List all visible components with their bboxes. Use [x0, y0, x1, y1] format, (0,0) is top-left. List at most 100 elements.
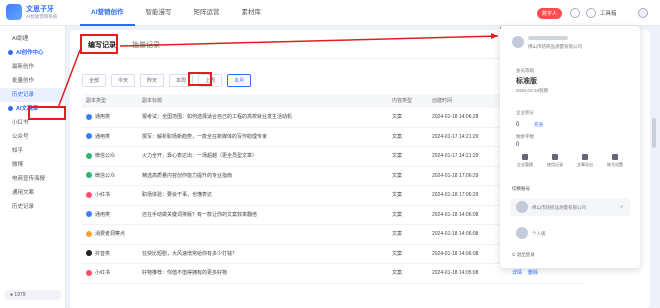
nav-matrix[interactable]: 矩阵运营 — [183, 0, 231, 26]
shortcut-settings-label: 账号设置 — [607, 162, 623, 167]
shortcut-enterprise[interactable]: 企业管理 — [510, 154, 540, 168]
points-value: 0 — [516, 122, 520, 128]
row-type-label: 小红书 — [95, 270, 111, 276]
row-type: 消费者洞察点 — [82, 225, 142, 244]
nav-ai-writing[interactable]: AI营销创作 — [80, 0, 135, 26]
sidebar-item-zhihu[interactable]: 知乎 — [0, 144, 65, 158]
notification-icon[interactable] — [570, 8, 580, 18]
top-bar: 文思子牙 AI智能营销系统 AI营销创作 智能漫写 矩阵运营 素材库 数字人 工… — [0, 0, 660, 26]
words-value: 0 — [516, 142, 520, 148]
row-title: 好物推荐：你值不值得拥有的更多好物 — [142, 270, 228, 276]
row-content-type: 文案 — [392, 153, 403, 159]
shortcut-export[interactable]: 文章导出 — [570, 154, 600, 168]
row-type: 小红书 — [82, 264, 142, 283]
row-type-label: 通用类 — [95, 211, 111, 218]
gear-icon — [612, 154, 618, 160]
row-delete-link[interactable]: 删除 — [528, 270, 538, 276]
enterprise-icon — [522, 154, 528, 160]
account-option-name-2: 个人版 — [532, 231, 546, 236]
sidebar-item-history-2[interactable]: 历史记录 — [0, 200, 65, 214]
help-icon[interactable] — [586, 8, 596, 18]
row-content-type: 文案 — [392, 250, 403, 257]
col-title: 副本标题 — [142, 98, 163, 104]
filter-yesterday[interactable]: 昨天 — [140, 74, 165, 87]
recharge-link[interactable]: 充值 — [534, 122, 543, 128]
credit-value: 1979 — [14, 292, 26, 298]
digital-human-badge[interactable]: 数字人 — [537, 8, 563, 19]
account-option-company[interactable]: 佛山市纺织品测量有限公司 ✓ — [510, 198, 630, 216]
sidebar-item-batch[interactable]: 批量创作 — [0, 74, 65, 88]
sidebar-item-latest[interactable]: 最新创作 — [0, 60, 65, 74]
filter-today[interactable]: 今天 — [111, 74, 136, 87]
account-name-blur — [528, 36, 568, 40]
sidebar-item-ai-assistant[interactable]: AI助理 — [0, 32, 65, 46]
account-company: 佛山市纺织品测量有限公司 — [528, 44, 582, 49]
toolbox-button[interactable]: 工具箱 — [600, 9, 617, 17]
row-type-label: 通用类 — [95, 114, 111, 120]
type-icon — [86, 250, 92, 257]
row-type: 微信公众 — [82, 167, 142, 186]
row-type-label: 微信公众 — [95, 153, 116, 159]
row-type-label: 通用类 — [95, 133, 111, 140]
row-detail-link[interactable]: 详情 — [512, 270, 522, 276]
row-type-label: 抖音类 — [95, 250, 111, 257]
sidebar-item-official[interactable]: 公众号 — [0, 130, 65, 144]
highlight-tab — [80, 34, 118, 54]
logout-button[interactable]: ⏻ 退出登录 — [512, 252, 535, 258]
words-label: 剩余字数 — [516, 134, 534, 139]
type-icon — [86, 152, 92, 159]
type-icon — [86, 211, 92, 218]
scrollbar[interactable] — [652, 118, 656, 148]
member-label: 会员等级 — [516, 68, 534, 73]
row-created: 2024-01-18 14:05:08 — [432, 270, 479, 276]
panel-shortcuts: 企业管理 使用记录 文章导出 账号设置 — [510, 154, 630, 168]
row-title: 撰写：解析职场新趋势，一款全在新媒体的写作助理专家 — [142, 133, 268, 140]
type-icon — [86, 133, 92, 140]
filter-this-month[interactable]: 本月 — [227, 74, 252, 87]
col-type: 副本类型 — [86, 98, 107, 104]
check-icon: ✓ — [620, 204, 624, 209]
type-icon — [86, 230, 92, 237]
sidebar: AI助理 AI创作中心 最新创作 批量创作 历史记录 AI文案库 小红书 公众号… — [0, 26, 66, 308]
row-content-type: 文案 — [392, 172, 403, 179]
row-title: 还在手动做关键词排版？有一款让你的文案效率翻倍 — [142, 211, 258, 218]
row-content-type: 文案 — [392, 114, 403, 120]
shortcut-usage[interactable]: 使用记录 — [540, 154, 570, 168]
filter-all[interactable]: 全部 — [82, 74, 107, 87]
toolbox-label: 工具箱 — [600, 11, 617, 17]
shortcut-export-label: 文章导出 — [577, 162, 593, 167]
row-title: 火力全开，靠心表达出：一场超越（更全员型文章） — [142, 153, 258, 159]
tab-batch-records[interactable]: 批量记录 — [124, 36, 168, 54]
credit-counter[interactable]: ● 1979 — [4, 290, 62, 300]
logo[interactable]: 文思子牙 AI智能营销系统 — [6, 4, 57, 20]
row-title: 报考试：全国范围：如何选择适合自己的工程的高校就业发生活动机 — [142, 114, 293, 120]
row-content-type: 文案 — [392, 270, 403, 276]
switch-account-label: 切换账号 — [512, 186, 530, 191]
account-panel: 佛山市纺织品测量有限公司 会员等级 标准版 2026-03-18到期 企业积分 … — [500, 26, 640, 268]
type-icon — [86, 113, 92, 120]
type-icon — [86, 269, 92, 276]
sidebar-item-poster[interactable]: 电商宣传海报 — [0, 172, 65, 186]
type-icon — [86, 172, 92, 179]
sidebar-head-creation[interactable]: AI创作中心 — [0, 46, 65, 60]
shortcut-settings[interactable]: 账号设置 — [600, 154, 630, 168]
nav-materials[interactable]: 素材库 — [231, 0, 273, 26]
row-type: 通用类 — [82, 108, 142, 127]
row-title: 职场体验：要会干事，也懂表达 — [142, 192, 213, 198]
sidebar-item-general[interactable]: 通用文案 — [0, 186, 65, 200]
row-type-label: 小红书 — [95, 192, 111, 198]
highlight-sidebar — [28, 106, 66, 120]
row-content-type: 文案 — [392, 231, 403, 237]
row-type: 通用类 — [82, 128, 142, 147]
logo-title: 文思子牙 — [26, 6, 54, 13]
avatar[interactable] — [638, 8, 648, 18]
account-option-personal[interactable]: 个人版 — [510, 224, 630, 242]
shortcut-enterprise-label: 企业管理 — [517, 162, 533, 167]
logo-subtitle: AI智能营销系统 — [26, 14, 58, 19]
sidebar-item-weibo[interactable]: 微博 — [0, 158, 65, 172]
sidebar-item-history[interactable]: 历史记录 — [0, 88, 65, 102]
time-filters: 全部 今天 昨天 本周 上周 本月 — [82, 74, 256, 87]
nav-smart-write[interactable]: 智能漫写 — [135, 0, 183, 26]
row-type: 小红书 — [82, 186, 142, 205]
member-expiry: 2026-03-18到期 — [516, 88, 549, 93]
